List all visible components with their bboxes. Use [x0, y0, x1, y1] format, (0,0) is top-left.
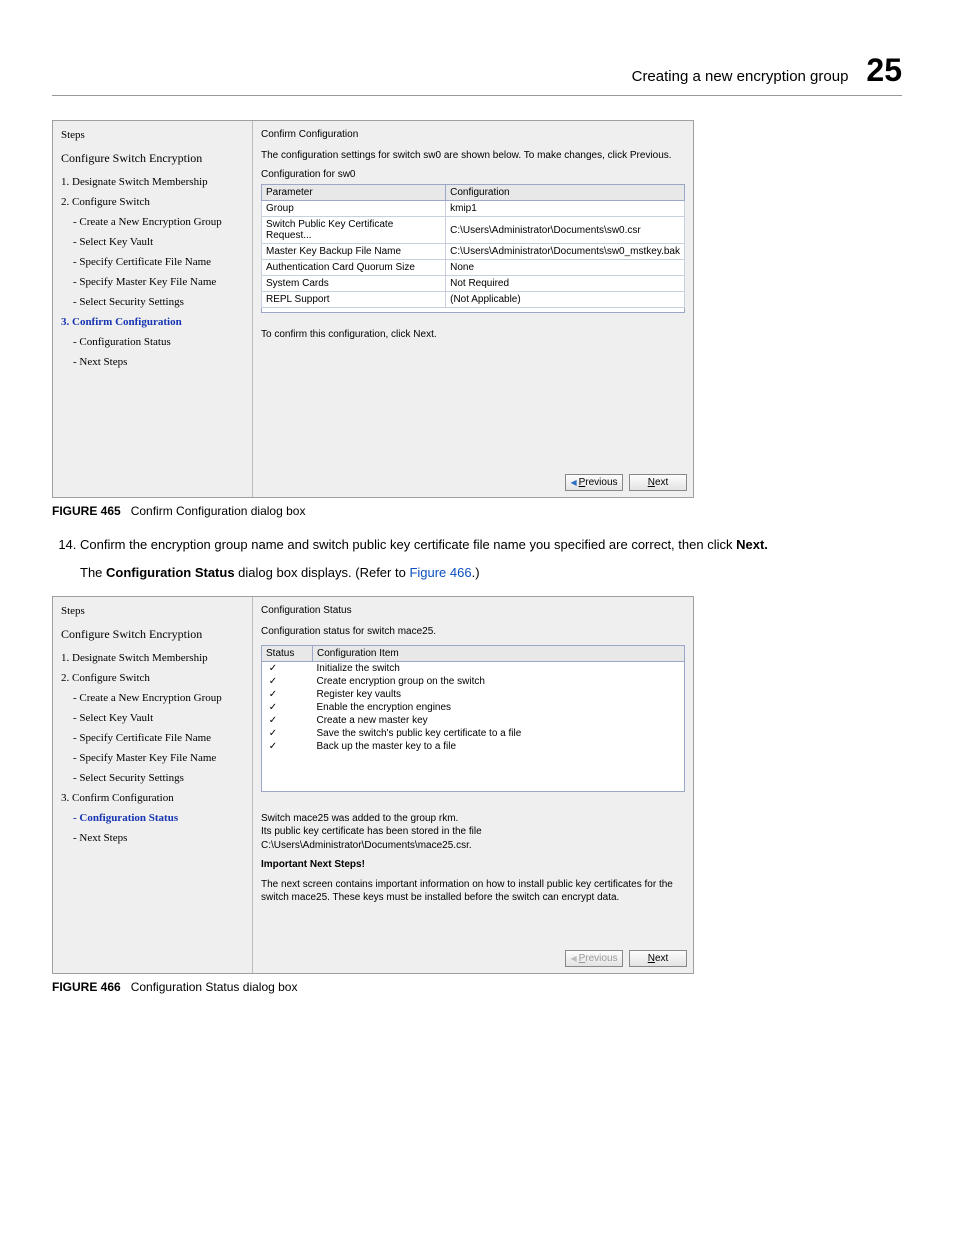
steps-subitem: - Select Security Settings	[73, 772, 244, 784]
figure-466-link[interactable]: Figure 466	[409, 565, 471, 580]
table-row: Save the switch's public key certificate…	[262, 727, 685, 740]
table-row: Master Key Backup File NameC:\Users\Admi…	[262, 244, 685, 260]
col-configuration: Configuration	[446, 185, 685, 201]
table-header-row: Parameter Configuration	[262, 185, 685, 201]
table-row: System CardsNot Required	[262, 276, 685, 292]
previous-button: Previous	[565, 950, 623, 967]
steps-label: Steps	[61, 605, 244, 617]
confirm-configuration-dialog: Steps Configure Switch Encryption 1. Des…	[52, 120, 694, 498]
panel-subcaption: Configuration for sw0	[261, 169, 685, 180]
steps-item: 2. Configure Switch	[61, 196, 244, 208]
next-button[interactable]: Next	[629, 950, 687, 967]
previous-button[interactable]: Previous	[565, 474, 623, 491]
steps-subitem: - Configuration Status	[73, 812, 244, 824]
panel-description: The configuration settings for switch sw…	[261, 150, 685, 161]
steps-subitem: - Select Key Vault	[73, 236, 244, 248]
check-icon	[262, 688, 313, 701]
col-item: Configuration Item	[313, 645, 685, 661]
steps-subitem: - Create a New Encryption Group	[73, 216, 244, 228]
next-button[interactable]: Next	[629, 474, 687, 491]
table-row: Groupkmip1	[262, 201, 685, 217]
dialog-content: Confirm Configuration The configuration …	[253, 121, 693, 468]
panel-description: Configuration status for switch mace25.	[261, 626, 685, 637]
figure-465-caption: FIGURE 465Confirm Configuration dialog b…	[52, 504, 902, 518]
msg-added: Switch mace25 was added to the group rkm…	[261, 812, 685, 826]
steps-subitem: - Next Steps	[73, 356, 244, 368]
chapter-number: 25	[866, 52, 902, 89]
important-next-steps-label: Important Next Steps!	[261, 858, 685, 872]
steps-item: 1. Designate Switch Membership	[61, 652, 244, 664]
col-parameter: Parameter	[262, 185, 446, 201]
step-14-followup: The Configuration Status dialog box disp…	[80, 564, 902, 582]
status-messages: Switch mace25 was added to the group rkm…	[261, 812, 685, 905]
table-row: Register key vaults	[262, 688, 685, 701]
steps-subitem: - Select Security Settings	[73, 296, 244, 308]
check-icon	[262, 701, 313, 714]
configuration-status-dialog: Steps Configure Switch Encryption 1. Des…	[52, 596, 694, 974]
steps-item: 3. Confirm Configuration	[61, 792, 244, 804]
table-row: Enable the encryption engines	[262, 701, 685, 714]
steps-item: 1. Designate Switch Membership	[61, 176, 244, 188]
steps-list: 1. Designate Switch Membership 2. Configu…	[61, 652, 244, 844]
status-table: Status Configuration Item Initialize the…	[261, 645, 685, 792]
steps-list: 1. Designate Switch Membership 2. Configu…	[61, 176, 244, 368]
check-icon	[262, 727, 313, 740]
figure-466-caption: FIGURE 466Configuration Status dialog bo…	[52, 980, 902, 994]
table-row: Create a new master key	[262, 714, 685, 727]
wizard-steps-sidebar: Steps Configure Switch Encryption 1. Des…	[53, 121, 253, 497]
panel-title: Confirm Configuration	[261, 129, 685, 140]
check-icon	[262, 675, 313, 688]
check-icon	[262, 740, 313, 753]
check-icon	[262, 714, 313, 727]
steps-subitem: - Configuration Status	[73, 336, 244, 348]
check-icon	[262, 661, 313, 675]
table-row: Switch Public Key Certificate Request...…	[262, 217, 685, 244]
page-header: Creating a new encryption group 25	[52, 52, 902, 96]
wizard-steps-sidebar: Steps Configure Switch Encryption 1. Des…	[53, 597, 253, 973]
table-row: Back up the master key to a file	[262, 740, 685, 753]
confirm-hint: To confirm this configuration, click Nex…	[261, 329, 685, 340]
figure-465: Steps Configure Switch Encryption 1. Des…	[52, 120, 902, 498]
steps-subitem: - Select Key Vault	[73, 712, 244, 724]
table-row: Initialize the switch	[262, 661, 685, 675]
table-header-row: Status Configuration Item	[262, 645, 685, 661]
steps-heading: Configure Switch Encryption	[61, 627, 244, 642]
page-title: Creating a new encryption group	[632, 68, 849, 85]
steps-subitem: - Specify Master Key File Name	[73, 752, 244, 764]
panel-title: Configuration Status	[261, 605, 685, 616]
steps-subitem: - Specify Certificate File Name	[73, 256, 244, 268]
steps-subitem: - Specify Master Key File Name	[73, 276, 244, 288]
parameters-table: Parameter Configuration Groupkmip1Switch…	[261, 184, 685, 308]
figure-466: Steps Configure Switch Encryption 1. Des…	[52, 596, 902, 974]
table-row: Authentication Card Quorum SizeNone	[262, 260, 685, 276]
step-14: Confirm the encryption group name and sw…	[80, 536, 902, 554]
instruction-step-list: Confirm the encryption group name and sw…	[52, 536, 902, 554]
steps-heading: Configure Switch Encryption	[61, 151, 244, 166]
steps-subitem: - Next Steps	[73, 832, 244, 844]
steps-item: 2. Configure Switch	[61, 672, 244, 684]
msg-next-screen: The next screen contains important infor…	[261, 878, 685, 905]
table-row: Create encryption group on the switch	[262, 675, 685, 688]
steps-subitem: - Create a New Encryption Group	[73, 692, 244, 704]
steps-item: 3. Confirm Configuration	[61, 316, 244, 328]
col-status: Status	[262, 645, 313, 661]
dialog-content: Configuration Status Configuration statu…	[253, 597, 693, 944]
table-row: REPL Support(Not Applicable)	[262, 292, 685, 308]
steps-label: Steps	[61, 129, 244, 141]
msg-cert-stored: Its public key certificate has been stor…	[261, 825, 685, 852]
steps-subitem: - Specify Certificate File Name	[73, 732, 244, 744]
